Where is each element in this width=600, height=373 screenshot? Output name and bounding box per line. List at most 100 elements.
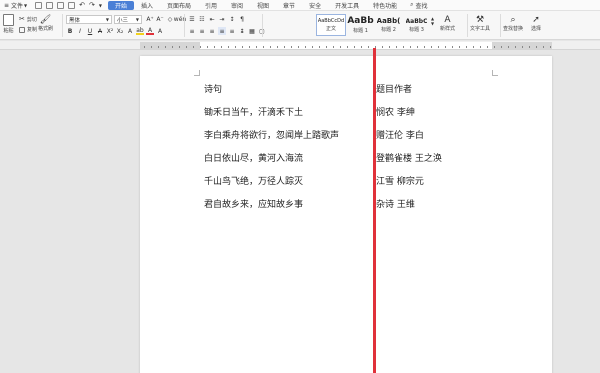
tab-insert[interactable]: 插入 bbox=[134, 0, 160, 11]
print-icon[interactable] bbox=[57, 1, 65, 9]
ruler-tick bbox=[333, 46, 334, 48]
find-replace-button[interactable]: ⌕ 查找替换 bbox=[503, 15, 523, 32]
ruler-tick bbox=[186, 46, 187, 48]
ruler-tick bbox=[214, 46, 215, 48]
increase-indent-icon[interactable]: ⇥ bbox=[218, 15, 226, 23]
sort-icon[interactable]: ↕ bbox=[228, 15, 236, 23]
style-heading-2[interactable]: AaBb( 标题 2 bbox=[375, 14, 402, 36]
style-normal[interactable]: AaBbCcDd 正文 bbox=[316, 14, 346, 36]
chevron-down-icon[interactable]: ▼ bbox=[99, 3, 102, 8]
decrease-indent-icon[interactable]: ⇤ bbox=[208, 15, 216, 23]
ruler-tick bbox=[508, 46, 509, 48]
style-heading-1[interactable]: AaBb 标题 1 bbox=[347, 14, 374, 36]
strikethrough-icon[interactable]: A bbox=[96, 27, 104, 35]
distribute-icon[interactable]: ≡ bbox=[228, 27, 236, 35]
ruler-tick bbox=[319, 46, 320, 48]
pinyin-icon[interactable]: wén bbox=[174, 15, 186, 23]
tab-page-layout[interactable]: 页面布局 bbox=[160, 0, 198, 11]
tab-developer[interactable]: 开发工具 bbox=[328, 0, 366, 11]
new-style-button[interactable]: A 新样式 bbox=[440, 15, 455, 32]
document-page[interactable]: 诗句 锄禾日当午，汗滴禾下土 李白乘舟将欲行，忽闻岸上踏歌声 白日依山尽，黄河入… bbox=[140, 48, 552, 373]
tab-chapter[interactable]: 章节 bbox=[276, 0, 302, 11]
search-box[interactable]: ⌕ 查找 bbox=[404, 1, 433, 10]
copy-icon bbox=[19, 26, 25, 33]
copy-button[interactable]: 复制 bbox=[19, 26, 37, 33]
align-right-icon[interactable]: ≡ bbox=[208, 27, 216, 35]
ribbon-separator bbox=[500, 14, 501, 37]
paste-button[interactable]: 粘贴 bbox=[3, 14, 14, 34]
paste-icon bbox=[3, 14, 14, 26]
bold-icon[interactable]: B bbox=[66, 27, 74, 35]
shading-icon[interactable]: ▦ bbox=[248, 27, 256, 35]
format-painter-label: 格式刷 bbox=[38, 26, 54, 32]
ribbon-separator bbox=[262, 14, 263, 37]
open-icon[interactable] bbox=[35, 1, 43, 9]
ribbon-separator bbox=[62, 14, 63, 37]
ruler-tick bbox=[347, 46, 348, 48]
menu-bar: ≡ 文件 ▼ ↶ ↷ ▼ 开始 插入 页面布局 引用 审阅 视图 章节 安全 开… bbox=[0, 0, 600, 11]
ruler-tick bbox=[200, 46, 201, 48]
ruler-left-margin bbox=[140, 42, 200, 49]
ruler-tick bbox=[396, 46, 397, 48]
horizontal-ruler[interactable] bbox=[0, 41, 600, 50]
ruler-tick bbox=[459, 46, 460, 48]
search-label: 查找 bbox=[415, 2, 428, 10]
numbered-list-icon[interactable]: ☷ bbox=[198, 15, 206, 23]
file-menu[interactable]: ≡ 文件 ▼ bbox=[0, 0, 31, 11]
text-effect-icon[interactable]: A bbox=[126, 27, 134, 35]
save-icon[interactable] bbox=[46, 1, 54, 9]
bullet-list-icon[interactable]: ☰ bbox=[188, 15, 196, 23]
scissors-icon: ✂ bbox=[19, 15, 25, 23]
preview-icon[interactable] bbox=[68, 1, 76, 9]
tab-features[interactable]: 特色功能 bbox=[366, 0, 404, 11]
char-border-icon[interactable]: A bbox=[156, 27, 164, 35]
tab-references[interactable]: 引用 bbox=[198, 0, 224, 11]
cut-button[interactable]: ✂ 剪切 bbox=[19, 15, 37, 23]
ruler-tick bbox=[368, 46, 369, 48]
font-size-select[interactable]: 小三 ▼ bbox=[114, 15, 142, 24]
margin-corner-mark bbox=[194, 70, 200, 76]
chevron-down-icon: ▼ bbox=[24, 2, 28, 8]
underline-icon[interactable]: U bbox=[86, 27, 94, 35]
style-name: 标题 3 bbox=[409, 26, 424, 33]
ruler-tick bbox=[494, 46, 495, 48]
align-left-icon[interactable]: ≡ bbox=[188, 27, 196, 35]
ruler-tick bbox=[515, 46, 516, 48]
ruler-tick bbox=[256, 46, 257, 48]
tab-view[interactable]: 视图 bbox=[250, 0, 276, 11]
redo-icon[interactable]: ↷ bbox=[89, 1, 95, 9]
clear-format-icon[interactable]: ◇ bbox=[166, 15, 174, 23]
shrink-font-icon[interactable]: A⁻ bbox=[156, 15, 164, 23]
select-button[interactable]: ➚ 选择 bbox=[531, 15, 541, 32]
highlight-icon[interactable]: ab bbox=[136, 27, 144, 35]
justify-icon[interactable]: ≡ bbox=[218, 27, 226, 35]
new-style-label: 新样式 bbox=[440, 26, 456, 32]
grow-font-icon[interactable]: A⁺ bbox=[146, 15, 154, 23]
ruler-tick bbox=[354, 46, 355, 48]
undo-icon[interactable]: ↶ bbox=[79, 1, 85, 9]
tab-review[interactable]: 审阅 bbox=[224, 0, 250, 11]
format-painter-button[interactable]: 🖌 格式刷 bbox=[38, 15, 53, 32]
font-name-select[interactable]: 黑体 ▼ bbox=[66, 15, 112, 24]
cursor-icon: ➚ bbox=[532, 15, 540, 25]
style-gallery-scroll[interactable]: ▲ ▼ bbox=[431, 16, 434, 26]
ruler-tick bbox=[179, 46, 180, 48]
tab-home[interactable]: 开始 bbox=[107, 0, 134, 10]
ruler-tick bbox=[270, 46, 271, 48]
style-heading-3[interactable]: AaBbC 标题 3 bbox=[403, 14, 430, 36]
show-marks-icon[interactable]: ¶ bbox=[238, 15, 246, 23]
document-workspace[interactable]: 诗句 锄禾日当午，汗滴禾下土 李白乘舟将欲行，忽闻岸上踏歌声 白日依山尽，黄河入… bbox=[0, 48, 600, 373]
font-color-icon[interactable]: A bbox=[146, 27, 154, 35]
ruler-tick bbox=[193, 46, 194, 48]
superscript-icon[interactable]: X² bbox=[106, 27, 114, 35]
tab-security[interactable]: 安全 bbox=[302, 0, 328, 11]
poem-line: 白日依山尽，黄河入海流 bbox=[204, 154, 304, 164]
ruler-tick bbox=[298, 46, 299, 48]
subscript-icon[interactable]: X₂ bbox=[116, 27, 124, 35]
line-spacing-icon[interactable]: ↨ bbox=[238, 27, 246, 35]
italic-icon[interactable]: I bbox=[76, 27, 84, 35]
text-tools-button[interactable]: ⚒ 文字工具 bbox=[470, 15, 490, 32]
font-size-value: 小三 bbox=[117, 17, 129, 24]
font-format-row: B I U A X² X₂ A ab A A bbox=[66, 27, 164, 35]
align-center-icon[interactable]: ≡ bbox=[198, 27, 206, 35]
